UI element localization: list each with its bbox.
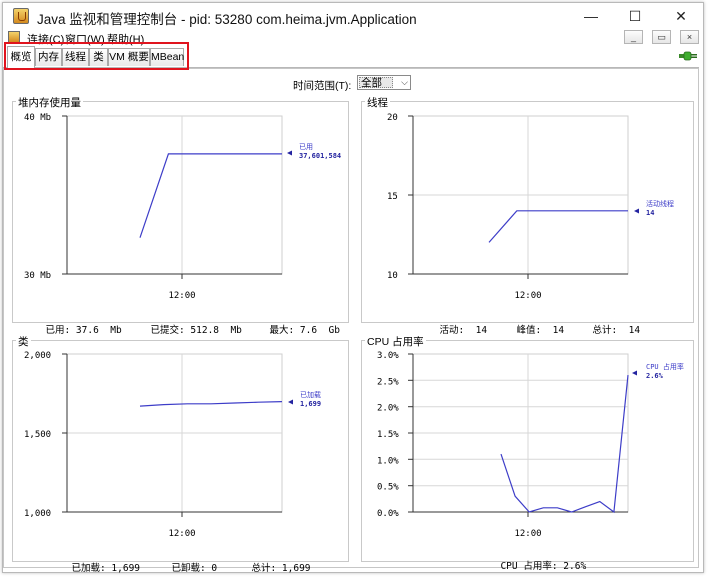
threads-footer-total: 总计: 14 — [581, 311, 640, 336]
heap-chart: 40 Mb 30 Mb 12:00 已用 37,601,584 — [24, 113, 341, 301]
threads-legend-value: 14 — [646, 209, 654, 217]
classes-footer-unloaded-value: 0 — [211, 563, 218, 574]
classes-y-tick-2000: 2,000 — [24, 351, 51, 361]
classes-y-tick-1500: 1,500 — [24, 430, 51, 440]
heap-footer-max: 最大: 7.6 Gb — [258, 311, 340, 336]
minimize-button[interactable]: — — [568, 3, 614, 29]
java-cup-icon — [13, 8, 29, 24]
heap-footer-committed-label: 已提交: — [150, 325, 185, 336]
heap-legend-marker — [287, 150, 292, 156]
classes-footer-total-value: 1,699 — [281, 563, 311, 574]
classes-footer-total: 总计: 1,699 — [240, 549, 311, 574]
menu-connect[interactable]: 连接(C) — [27, 31, 64, 47]
java-cup-icon — [8, 31, 20, 43]
cpu-y-tick-2.0: 2.0% — [377, 404, 399, 414]
cpu-footer: CPU 占用率: 2.6% — [489, 547, 586, 572]
cpu-legend-marker — [632, 370, 637, 376]
threads-footer-live-value: 14 — [475, 325, 488, 336]
threads-x-tick: 12:00 — [514, 291, 541, 301]
cpu-y-tick-1.0: 1.0% — [377, 456, 399, 466]
classes-x-tick: 12:00 — [168, 529, 195, 539]
threads-footer-peak-label: 峰值: — [516, 325, 542, 336]
cpu-y-tick-1.5: 1.5% — [377, 430, 399, 440]
cpu-chart: 3.0% 2.5% 2.0% 1.5% 1.0% 0.5% 0.0% 12:00… — [377, 351, 684, 539]
classes-footer-loaded: 已加载: 1,699 — [60, 549, 140, 574]
threads-footer-peak-value: 14 — [552, 325, 565, 336]
cpu-x-tick: 12:00 — [514, 529, 541, 539]
menu-window[interactable]: 窗口(W) — [65, 31, 105, 47]
classes-footer-unloaded-label: 已卸载: — [171, 563, 206, 574]
time-range-value: 全部 — [359, 77, 393, 88]
tab-memory[interactable]: 内存 — [35, 48, 62, 66]
heap-y-tick-bottom: 30 Mb — [24, 271, 51, 281]
internal-minimize-button[interactable]: _ — [624, 30, 643, 44]
tab-strip: 概览 内存 线程 类 VM 概要 MBean — [3, 46, 699, 68]
heap-legend-value: 37,601,584 — [299, 152, 341, 160]
heap-footer-used-label: 已用: — [45, 325, 71, 336]
heap-footer-committed: 已提交: 512.8 Mb — [139, 311, 242, 336]
cpu-legend-value: 2.6% — [646, 372, 664, 380]
cpu-y-tick-2.5: 2.5% — [377, 377, 399, 387]
maximize-button[interactable]: ☐ — [612, 3, 658, 29]
threads-footer-total-value: 14 — [628, 325, 641, 336]
heap-footer-max-value: 7.6 Gb — [299, 325, 340, 336]
classes-legend-label: 已加载 — [300, 390, 321, 399]
threads-legend-marker — [634, 208, 639, 214]
cpu-y-tick-0.0: 0.0% — [377, 509, 399, 519]
time-range-label: 时间范围(T): — [293, 80, 352, 92]
threads-legend-label: 活动线程 — [646, 199, 674, 208]
threads-chart: 20 15 10 12:00 活动线程 14 — [387, 113, 674, 301]
heap-footer: 已用: 37.6 Mb — [34, 311, 122, 336]
heap-y-tick-top: 40 Mb — [24, 113, 51, 123]
heap-legend-label: 已用 — [299, 143, 313, 151]
tab-threads[interactable]: 线程 — [62, 48, 89, 66]
threads-footer-live: 活动: 14 — [428, 311, 487, 336]
title-bar: Java 监视和管理控制台 - pid: 53280 com.heima.jvm… — [3, 3, 703, 29]
connection-status-icon[interactable] — [679, 51, 697, 61]
threads-footer-total-label: 总计: — [592, 325, 618, 336]
tab-overview[interactable]: 概览 — [7, 46, 35, 68]
internal-restore-button[interactable]: ▭ — [652, 30, 671, 44]
threads-footer-peak: 峰值: 14 — [505, 311, 564, 336]
heap-footer-committed-value: 512.8 Mb — [190, 325, 242, 336]
threads-y-tick-20: 20 — [387, 113, 398, 123]
window-title: Java 监视和管理控制台 - pid: 53280 com.heima.jvm… — [37, 12, 417, 27]
time-range-select[interactable]: 全部 ⌵ — [357, 75, 411, 90]
classes-legend-value: 1,699 — [300, 400, 321, 408]
threads-y-tick-15: 15 — [387, 192, 398, 202]
cpu-y-tick-3.0: 3.0% — [377, 351, 399, 361]
tab-classes[interactable]: 类 — [89, 48, 108, 66]
classes-chart: 2,000 1,500 1,000 12:00 已加载 1,699 — [24, 351, 321, 539]
heap-x-tick: 12:00 — [168, 291, 195, 301]
classes-footer-loaded-label: 已加载: — [71, 563, 106, 574]
classes-y-tick-1000: 1,000 — [24, 509, 51, 519]
menu-help[interactable]: 帮助(H) — [107, 31, 144, 47]
internal-close-button[interactable]: × — [680, 30, 699, 44]
classes-legend-marker — [288, 399, 293, 405]
classes-footer-loaded-value: 1,699 — [111, 563, 141, 574]
cpu-footer-label: CPU 占用率: — [500, 561, 558, 572]
menu-bar: 连接(C) 窗口(W) 帮助(H) — [3, 29, 703, 47]
tab-mbean[interactable]: MBean — [150, 48, 184, 66]
threads-footer-live-label: 活动: — [439, 325, 465, 336]
cpu-legend-label: CPU 占用率 — [646, 362, 684, 371]
threads-y-tick-10: 10 — [387, 271, 398, 281]
cpu-footer-value: 2.6% — [563, 561, 587, 572]
classes-footer-total-label: 总计: — [251, 563, 277, 574]
chevron-down-icon: ⌵ — [401, 77, 408, 87]
close-button[interactable]: ✕ — [658, 3, 704, 29]
classes-footer-unloaded: 已卸载: 0 — [160, 549, 217, 574]
heap-footer-max-label: 最大: — [269, 325, 295, 336]
heap-footer-used-value: 37.6 Mb — [75, 325, 122, 336]
tab-vm-summary[interactable]: VM 概要 — [108, 48, 150, 66]
cpu-y-tick-0.5: 0.5% — [377, 483, 399, 493]
